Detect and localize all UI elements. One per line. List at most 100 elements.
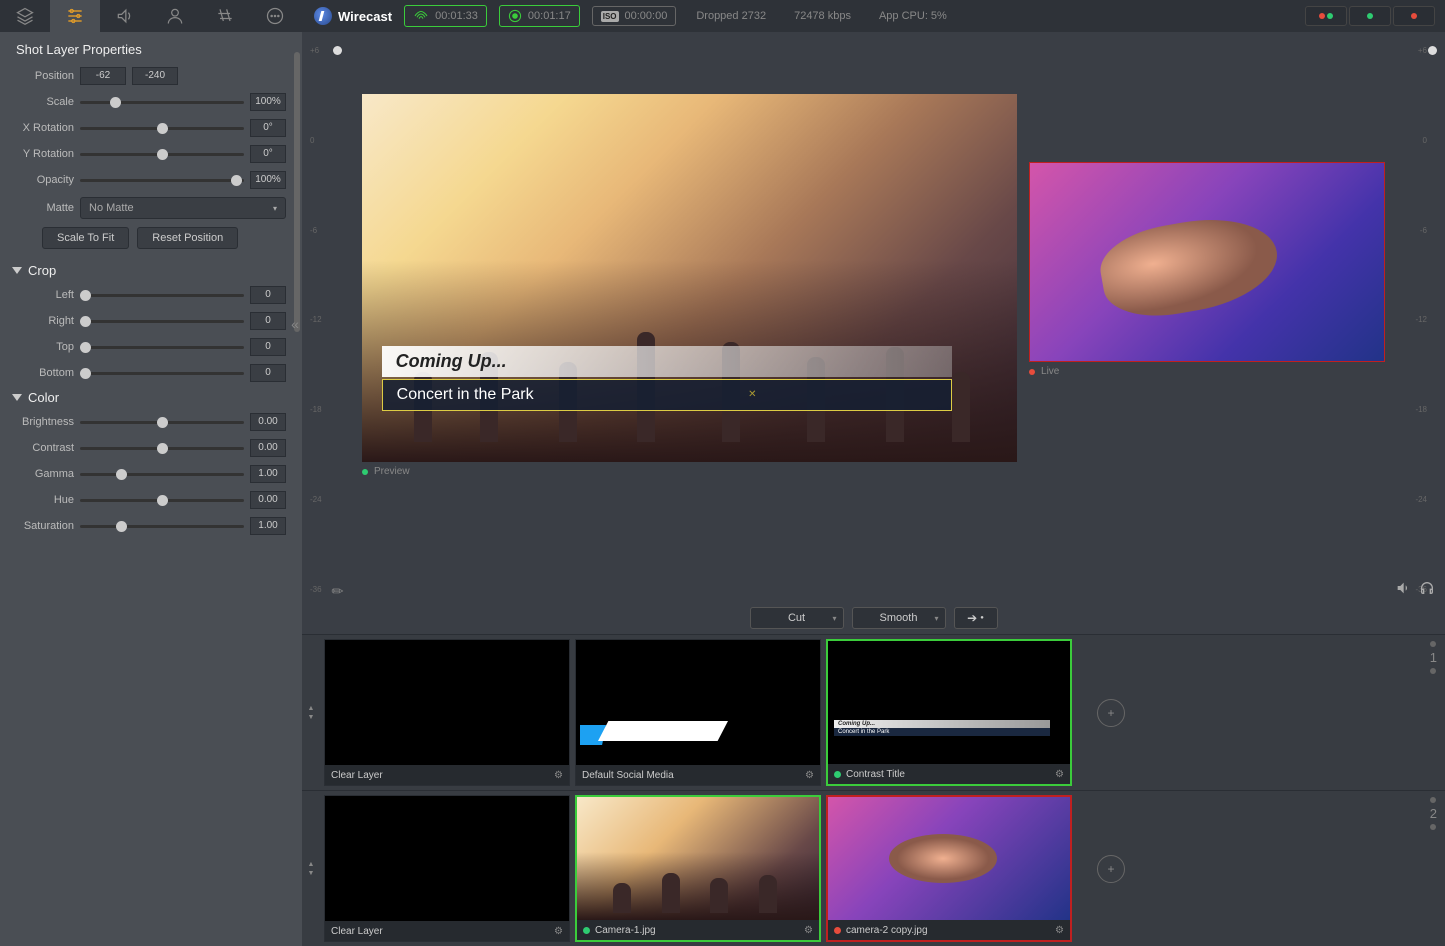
title-body: Concert in the Park [397,386,534,404]
yrotation-label: Y Rotation [12,148,74,160]
shot-thumbnail[interactable]: Default Social Media ⚙ [575,639,821,786]
color-section-header[interactable]: Color [12,390,286,405]
panel-title: Shot Layer Properties [12,42,286,57]
crop-left-value[interactable]: 0 [250,286,286,304]
record-status[interactable]: 00:01:17 [499,5,580,27]
headphones-icon[interactable] [1419,580,1435,596]
dropped-frames: Dropped 2732 [688,7,774,25]
preview-label: Preview [362,462,1017,481]
yrotation-slider[interactable] [80,146,244,162]
position-x-input[interactable]: -62 [80,67,126,85]
app-name: Wirecast [338,9,392,24]
layer-row: ▲▼ Clear Layer ⚙ Camera-1.jpg⚙ camera-2 c… [302,790,1445,946]
scale-value[interactable]: 100% [250,93,286,111]
crop-left-slider[interactable] [80,287,244,303]
tab-properties-icon[interactable] [50,0,100,32]
shot-thumbnail[interactable]: Coming Up...Concert in the Park Contrast… [826,639,1072,786]
matte-select[interactable]: No Matte▾ [80,197,286,219]
crop-bottom-value[interactable]: 0 [250,364,286,382]
layer-row: ▲▼ Clear Layer⚙ Default Social Media⚙Com… [302,634,1445,790]
status-button-3[interactable] [1393,6,1435,26]
reset-position-button[interactable]: Reset Position [137,227,238,249]
shot-footer: Clear Layer ⚙ [325,921,569,941]
crop-bottom-slider[interactable] [80,365,244,381]
brightness-slider[interactable] [80,414,244,430]
scale-to-fit-button[interactable]: Scale To Fit [42,227,129,249]
opacity-value[interactable]: 100% [250,171,286,189]
transition-smooth-select[interactable]: Smooth [852,607,946,629]
status-button-1[interactable] [1305,6,1347,26]
layer-reorder-handle[interactable]: ▲▼ [302,635,320,790]
position-y-input[interactable]: -240 [132,67,178,85]
saturation-value[interactable]: 1.00 [250,517,286,535]
shot-settings-icon[interactable]: ⚙ [804,925,813,936]
preview-monitor[interactable]: Coming Up... Concert in the Park ✕ [362,94,1017,462]
speaker-icon[interactable] [1395,580,1411,596]
top-toolbar: Wirecast 00:01:33 00:01:17 ISO 00:00:00 … [0,0,1445,32]
hue-slider[interactable] [80,492,244,508]
tab-more-icon[interactable] [250,0,300,32]
contrast-value[interactable]: 0.00 [250,439,286,457]
shot-name: Clear Layer [331,926,383,937]
stream-status[interactable]: 00:01:33 [404,5,487,27]
layer-number: 1 [1430,641,1437,674]
gamma-slider[interactable] [80,466,244,482]
xrotation-label: X Rotation [12,122,74,134]
shot-thumbnail[interactable]: Clear Layer ⚙ [324,795,570,942]
crop-top-slider[interactable] [80,339,244,355]
tab-filters-icon[interactable] [200,0,250,32]
tab-audio-icon[interactable] [100,0,150,32]
shot-settings-icon[interactable]: ⚙ [1055,769,1064,780]
sidebar-scrollbar[interactable] [294,52,300,332]
layer-reorder-handle[interactable]: ▲▼ [302,791,320,946]
xrotation-slider[interactable] [80,120,244,136]
collapse-sidebar-icon[interactable]: « [288,312,302,336]
shot-footer: Clear Layer ⚙ [325,765,569,785]
preview-vu-meter-left: +60-6-12-18-24-36 [310,42,332,598]
position-label: Position [12,70,74,82]
tab-person-icon[interactable] [150,0,200,32]
shot-name: Default Social Media [582,770,674,781]
shot-settings-icon[interactable]: ⚙ [1055,925,1064,936]
title-close-icon[interactable]: ✕ [748,389,756,400]
saturation-slider[interactable] [80,518,244,534]
tab-layers-icon[interactable] [0,0,50,32]
shot-settings-icon[interactable]: ⚙ [554,770,563,781]
live-monitor[interactable] [1029,162,1385,362]
shot-settings-icon[interactable]: ⚙ [554,926,563,937]
hue-value[interactable]: 0.00 [250,491,286,509]
shot-footer: Default Social Media ⚙ [576,765,820,785]
yrotation-value[interactable]: 0° [250,145,286,163]
add-shot-button[interactable]: + [1097,699,1125,727]
title-header: Coming Up... [382,346,952,377]
shot-footer: camera-2 copy.jpg ⚙ [828,920,1070,940]
scale-slider[interactable] [80,94,244,110]
shot-footer: Contrast Title⚙ [828,764,1070,784]
crop-section-header[interactable]: Crop [12,263,286,278]
contrast-slider[interactable] [80,440,244,456]
add-shot-button[interactable]: + [1097,855,1125,883]
gamma-value[interactable]: 1.00 [250,465,286,483]
brightness-value[interactable]: 0.00 [250,413,286,431]
crop-top-value[interactable]: 0 [250,338,286,356]
transition-cut-select[interactable]: Cut [750,607,844,629]
crop-right-slider[interactable] [80,313,244,329]
shot-thumbnail[interactable]: Clear Layer ⚙ [324,639,570,786]
shot-name: camera-2 copy.jpg [846,925,928,936]
xrotation-value[interactable]: 0° [250,119,286,137]
go-button[interactable]: ➔ ● [954,607,998,629]
shot-thumbnail[interactable]: Camera-1.jpg⚙ [575,795,821,942]
properties-sidebar: « Shot Layer Properties Position -62 -24… [0,32,302,946]
iso-status[interactable]: ISO 00:00:00 [592,6,677,26]
status-button-2[interactable] [1349,6,1391,26]
lower-third-title[interactable]: Coming Up... Concert in the Park ✕ [382,346,952,411]
shot-thumbnail[interactable]: camera-2 copy.jpg ⚙ [826,795,1072,942]
live-label: Live [1029,362,1385,381]
shot-name: Clear Layer [331,770,383,781]
layer-number: 2 [1430,797,1437,830]
bitrate: 72478 kbps [786,7,859,25]
scale-label: Scale [12,96,74,108]
shot-settings-icon[interactable]: ⚙ [805,770,814,781]
crop-right-value[interactable]: 0 [250,312,286,330]
opacity-slider[interactable] [80,172,244,188]
